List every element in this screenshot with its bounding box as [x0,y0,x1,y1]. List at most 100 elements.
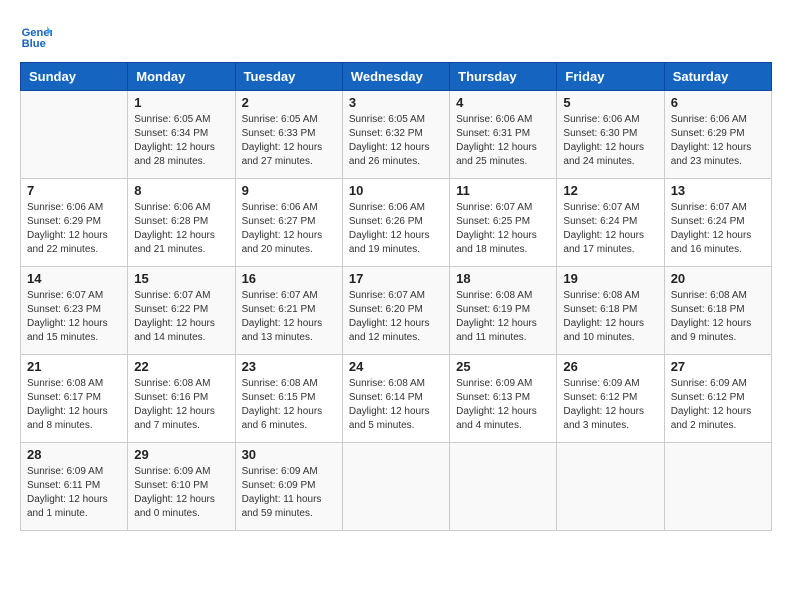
cell-info: Sunrise: 6:07 AMSunset: 6:21 PMDaylight:… [242,289,336,345]
calendar-cell: 13Sunrise: 6:07 AMSunset: 6:24 PMDayligh… [664,179,771,267]
cell-info: Sunrise: 6:05 AMSunset: 6:32 PMDaylight:… [349,113,443,169]
calendar-cell [21,91,128,179]
day-number: 19 [563,271,657,286]
calendar-cell: 14Sunrise: 6:07 AMSunset: 6:23 PMDayligh… [21,267,128,355]
cell-info: Sunrise: 6:07 AMSunset: 6:25 PMDaylight:… [456,201,550,257]
calendar-week-2: 7Sunrise: 6:06 AMSunset: 6:29 PMDaylight… [21,179,772,267]
calendar-cell: 28Sunrise: 6:09 AMSunset: 6:11 PMDayligh… [21,443,128,531]
calendar-cell [557,443,664,531]
calendar-cell: 17Sunrise: 6:07 AMSunset: 6:20 PMDayligh… [342,267,449,355]
cell-info: Sunrise: 6:08 AMSunset: 6:19 PMDaylight:… [456,289,550,345]
cell-info: Sunrise: 6:09 AMSunset: 6:10 PMDaylight:… [134,465,228,521]
cell-info: Sunrise: 6:07 AMSunset: 6:20 PMDaylight:… [349,289,443,345]
calendar-cell: 11 Sunrise: 6:07 AMSunset: 6:25 PMDayligh… [450,179,557,267]
cell-info: Sunrise: 6:09 AMSunset: 6:13 PMDaylight:… [456,377,550,433]
cell-info: Sunrise: 6:07 AMSunset: 6:24 PMDaylight:… [563,201,657,257]
cell-info: Sunrise: 6:06 AMSunset: 6:30 PMDaylight:… [563,113,657,169]
day-number: 8 [134,183,228,198]
day-header-thursday: Thursday [450,63,557,91]
cell-info: Sunrise: 6:07 AMSunset: 6:22 PMDaylight:… [134,289,228,345]
cell-info: Sunrise: 6:05 AMSunset: 6:33 PMDaylight:… [242,113,336,169]
calendar-week-3: 14Sunrise: 6:07 AMSunset: 6:23 PMDayligh… [21,267,772,355]
calendar-cell: 5Sunrise: 6:06 AMSunset: 6:30 PMDaylight… [557,91,664,179]
calendar-cell: 15 Sunrise: 6:07 AMSunset: 6:22 PMDayligh… [128,267,235,355]
calendar-week-4: 21Sunrise: 6:08 AMSunset: 6:17 PMDayligh… [21,355,772,443]
day-number: 9 [242,183,336,198]
calendar-week-1: 1 Sunrise: 6:05 AMSunset: 6:34 PMDaylight… [21,91,772,179]
cell-info: Sunrise: 6:06 AMSunset: 6:26 PMDaylight:… [349,201,443,257]
cell-info: Sunrise: 6:09 AMSunset: 6:09 PMDaylight:… [242,465,336,521]
day-number: 18 [456,271,550,286]
cell-info: Sunrise: 6:07 AMSunset: 6:24 PMDaylight:… [671,201,765,257]
day-number: 24 [349,359,443,374]
day-number: 11 [456,183,550,198]
calendar-cell: 27 Sunrise: 6:09 AMSunset: 6:12 PMDayligh… [664,355,771,443]
day-header-wednesday: Wednesday [342,63,449,91]
calendar-cell: 29 Sunrise: 6:09 AMSunset: 6:10 PMDayligh… [128,443,235,531]
day-number: 12 [563,183,657,198]
day-number: 29 [134,447,228,462]
calendar-cell: 16 Sunrise: 6:07 AMSunset: 6:21 PMDayligh… [235,267,342,355]
calendar-cell [342,443,449,531]
cell-info: Sunrise: 6:09 AMSunset: 6:11 PMDaylight:… [27,465,121,521]
cell-info: Sunrise: 6:06 AMSunset: 6:28 PMDaylight:… [134,201,228,257]
calendar-cell: 22 Sunrise: 6:08 AMSunset: 6:16 PMDayligh… [128,355,235,443]
calendar-cell: 23 Sunrise: 6:08 AMSunset: 6:15 PMDayligh… [235,355,342,443]
calendar-cell: 30 Sunrise: 6:09 AMSunset: 6:09 PMDayligh… [235,443,342,531]
logo-icon: General Blue [20,20,52,52]
calendar-cell: 4Sunrise: 6:06 AMSunset: 6:31 PMDaylight… [450,91,557,179]
cell-info: Sunrise: 6:08 AMSunset: 6:16 PMDaylight:… [134,377,228,433]
cell-info: Sunrise: 6:08 AMSunset: 6:18 PMDaylight:… [563,289,657,345]
calendar-cell [450,443,557,531]
cell-info: Sunrise: 6:09 AMSunset: 6:12 PMDaylight:… [563,377,657,433]
day-header-sunday: Sunday [21,63,128,91]
calendar-cell: 10 Sunrise: 6:06 AMSunset: 6:26 PMDayligh… [342,179,449,267]
calendar-cell: 1 Sunrise: 6:05 AMSunset: 6:34 PMDaylight… [128,91,235,179]
calendar-table: SundayMondayTuesdayWednesdayThursdayFrid… [20,62,772,531]
calendar-cell: 9 Sunrise: 6:06 AMSunset: 6:27 PMDaylight… [235,179,342,267]
day-header-tuesday: Tuesday [235,63,342,91]
day-number: 20 [671,271,765,286]
calendar-cell: 7Sunrise: 6:06 AMSunset: 6:29 PMDaylight… [21,179,128,267]
cell-info: Sunrise: 6:06 AMSunset: 6:29 PMDaylight:… [27,201,121,257]
day-number: 27 [671,359,765,374]
day-number: 30 [242,447,336,462]
logo: General Blue [20,20,56,52]
cell-info: Sunrise: 6:06 AMSunset: 6:27 PMDaylight:… [242,201,336,257]
day-number: 23 [242,359,336,374]
calendar-week-5: 28Sunrise: 6:09 AMSunset: 6:11 PMDayligh… [21,443,772,531]
cell-info: Sunrise: 6:07 AMSunset: 6:23 PMDaylight:… [27,289,121,345]
cell-info: Sunrise: 6:09 AMSunset: 6:12 PMDaylight:… [671,377,765,433]
day-number: 4 [456,95,550,110]
day-number: 3 [349,95,443,110]
cell-info: Sunrise: 6:08 AMSunset: 6:18 PMDaylight:… [671,289,765,345]
day-number: 16 [242,271,336,286]
page-header: General Blue [20,20,772,52]
calendar-cell: 12 Sunrise: 6:07 AMSunset: 6:24 PMDayligh… [557,179,664,267]
calendar-cell: 26 Sunrise: 6:09 AMSunset: 6:12 PMDayligh… [557,355,664,443]
cell-info: Sunrise: 6:08 AMSunset: 6:15 PMDaylight:… [242,377,336,433]
cell-info: Sunrise: 6:05 AMSunset: 6:34 PMDaylight:… [134,113,228,169]
day-number: 6 [671,95,765,110]
calendar-cell: 3 Sunrise: 6:05 AMSunset: 6:32 PMDaylight… [342,91,449,179]
calendar-cell: 24Sunrise: 6:08 AMSunset: 6:14 PMDayligh… [342,355,449,443]
calendar-cell [664,443,771,531]
day-header-saturday: Saturday [664,63,771,91]
day-number: 26 [563,359,657,374]
day-number: 2 [242,95,336,110]
calendar-cell: 25 Sunrise: 6:09 AMSunset: 6:13 PMDayligh… [450,355,557,443]
cell-info: Sunrise: 6:06 AMSunset: 6:29 PMDaylight:… [671,113,765,169]
calendar-cell: 8 Sunrise: 6:06 AMSunset: 6:28 PMDaylight… [128,179,235,267]
day-number: 25 [456,359,550,374]
day-number: 22 [134,359,228,374]
day-header-monday: Monday [128,63,235,91]
day-number: 15 [134,271,228,286]
calendar-cell: 6 Sunrise: 6:06 AMSunset: 6:29 PMDaylight… [664,91,771,179]
day-number: 10 [349,183,443,198]
day-number: 1 [134,95,228,110]
svg-text:Blue: Blue [22,38,46,50]
cell-info: Sunrise: 6:08 AMSunset: 6:17 PMDaylight:… [27,377,121,433]
calendar-cell: 20 Sunrise: 6:08 AMSunset: 6:18 PMDayligh… [664,267,771,355]
calendar-cell: 2 Sunrise: 6:05 AMSunset: 6:33 PMDaylight… [235,91,342,179]
calendar-cell: 19 Sunrise: 6:08 AMSunset: 6:18 PMDayligh… [557,267,664,355]
